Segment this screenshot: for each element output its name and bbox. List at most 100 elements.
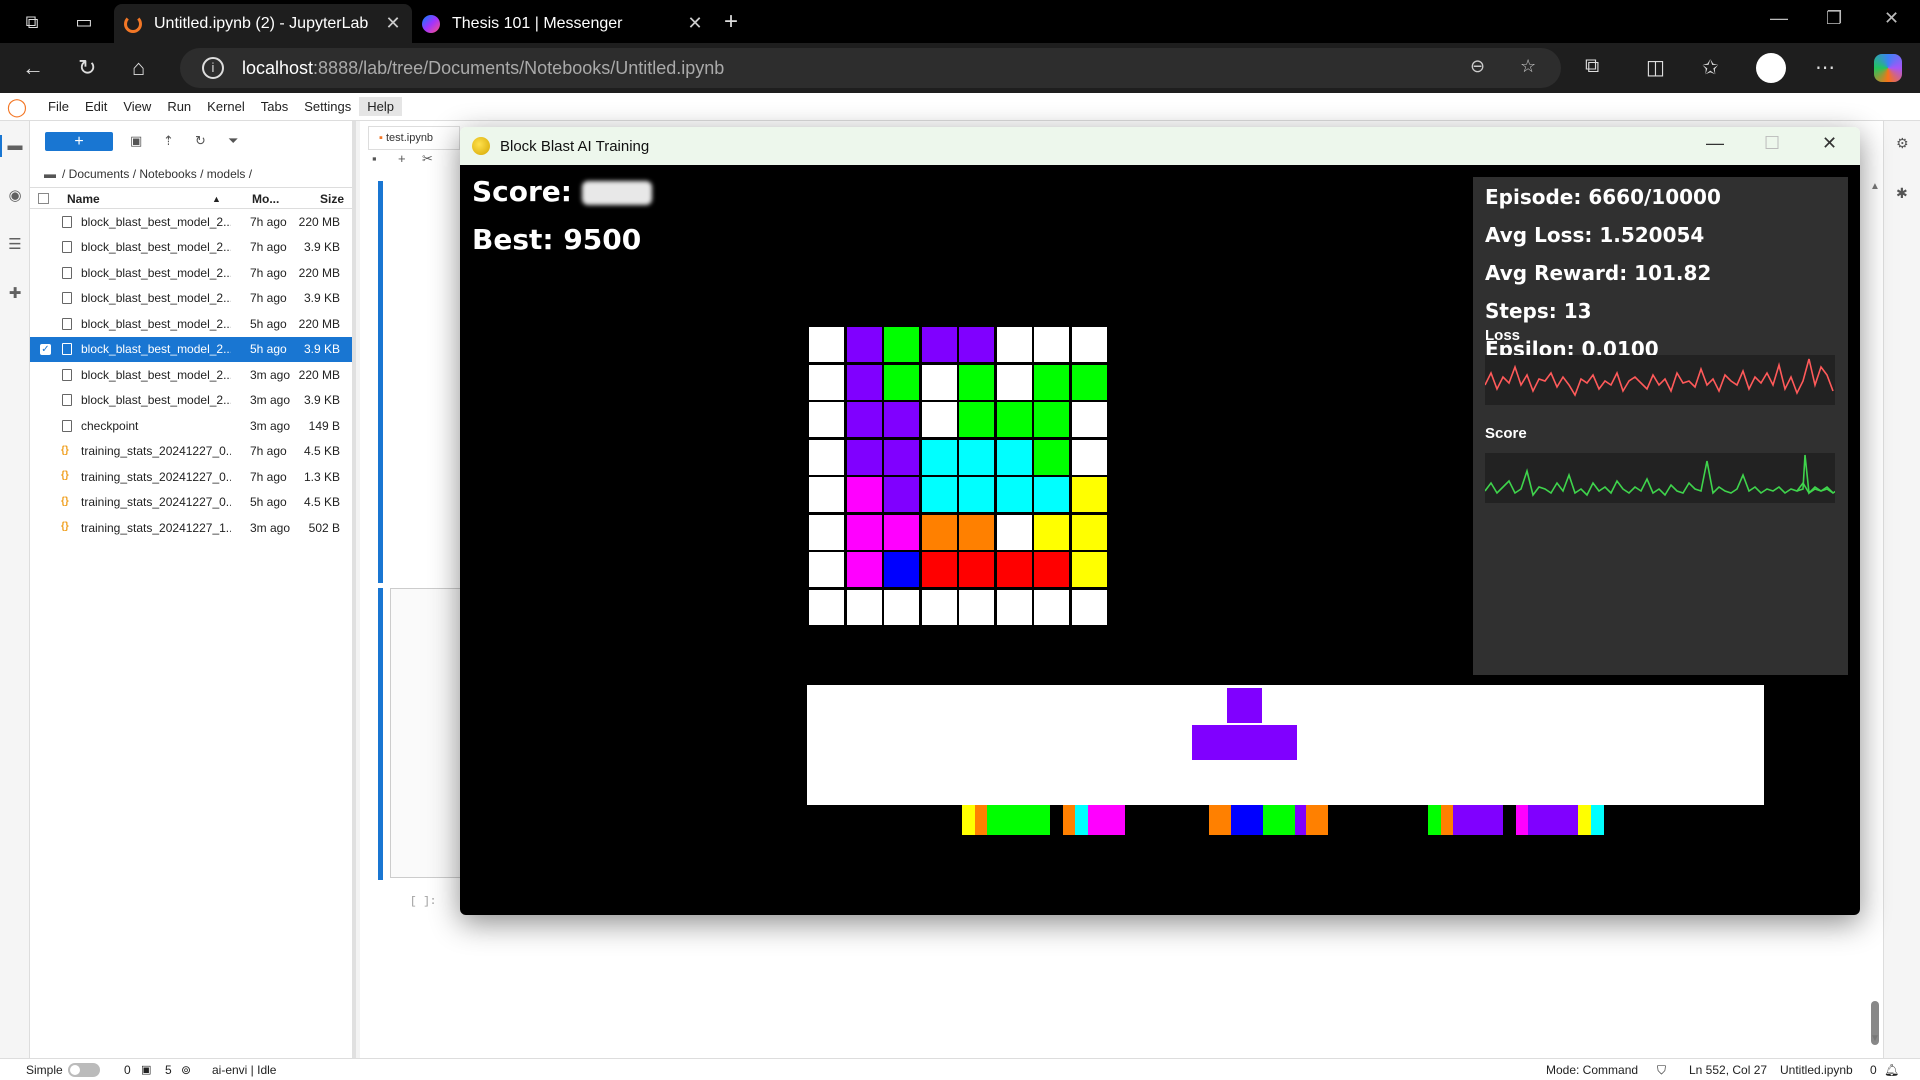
add-cell-icon[interactable]: + bbox=[398, 151, 406, 166]
menu-kernel[interactable]: Kernel bbox=[199, 97, 253, 116]
browser-tab-messenger[interactable]: Thesis 101 | Messenger ✕ bbox=[412, 4, 714, 43]
row-checkbox[interactable] bbox=[40, 446, 51, 457]
file-row[interactable]: block_blast_best_model_2... 7h ago 3.9 KB bbox=[30, 235, 352, 261]
file-row[interactable]: {} training_stats_20241227_1... 3m ago 502 … bbox=[30, 515, 352, 541]
file-row[interactable]: block_blast_best_model_2... 3m ago 3.9 KB bbox=[30, 388, 352, 414]
row-checkbox[interactable] bbox=[40, 318, 51, 329]
simple-mode-toggle[interactable] bbox=[68, 1063, 100, 1077]
row-checkbox[interactable] bbox=[40, 242, 51, 253]
close-window-icon[interactable]: ✕ bbox=[1884, 8, 1899, 29]
row-checkbox[interactable] bbox=[40, 216, 51, 227]
menu-file[interactable]: File bbox=[40, 97, 77, 116]
file-row[interactable]: block_blast_best_model_2... 5h ago 220 MB bbox=[30, 311, 352, 337]
score-sparkline bbox=[1484, 454, 1846, 497]
site-info-icon[interactable]: i bbox=[202, 57, 224, 79]
debugger-icon[interactable]: ✱ bbox=[1896, 185, 1908, 202]
back-icon[interactable]: ← bbox=[22, 55, 44, 81]
file-row[interactable]: ✓ block_blast_best_model_2... 5h ago 3.9 KB bbox=[30, 336, 352, 362]
select-all-checkbox[interactable] bbox=[38, 193, 49, 204]
close-window-icon[interactable]: ✕ bbox=[1822, 133, 1837, 154]
cut-icon[interactable]: ✂ bbox=[422, 151, 433, 167]
profile-avatar[interactable] bbox=[1756, 53, 1786, 83]
notification-count[interactable]: 0 bbox=[1870, 1063, 1877, 1077]
row-checkbox[interactable] bbox=[40, 497, 51, 508]
board-cell bbox=[959, 439, 994, 475]
row-checkbox[interactable] bbox=[40, 522, 51, 533]
property-inspector-icon[interactable]: ⚙ bbox=[1896, 135, 1909, 152]
reload-icon[interactable]: ↻ bbox=[78, 55, 96, 81]
new-folder-icon[interactable]: ▣ bbox=[130, 133, 142, 149]
cursor-position[interactable]: Ln 552, Col 27 bbox=[1689, 1063, 1767, 1077]
column-name[interactable]: Name bbox=[67, 192, 100, 206]
file-row[interactable]: checkpoint 3m ago 149 B bbox=[30, 413, 352, 439]
file-row[interactable]: {} training_stats_20241227_0... 7h ago 4.5 … bbox=[30, 439, 352, 465]
sort-ascending-icon[interactable]: ▲ bbox=[212, 194, 221, 204]
file-row[interactable]: {} training_stats_20241227_0... 7h ago 1.3 … bbox=[30, 464, 352, 490]
tab-actions-icon[interactable]: ▭ bbox=[72, 10, 96, 34]
menu-view[interactable]: View bbox=[115, 97, 159, 116]
menu-help[interactable]: Help bbox=[359, 97, 402, 116]
home-icon[interactable]: ⌂ bbox=[132, 55, 145, 81]
file-name: training_stats_20241227_1... bbox=[81, 520, 231, 535]
row-checkbox[interactable] bbox=[40, 395, 51, 406]
menu-tabs[interactable]: Tabs bbox=[253, 97, 296, 116]
file-row[interactable]: block_blast_best_model_2... 7h ago 220 MB bbox=[30, 209, 352, 235]
kernel-count[interactable]: 5 bbox=[165, 1063, 172, 1077]
refresh-icon[interactable]: ↻ bbox=[195, 133, 206, 149]
extensions-icon[interactable]: ⧉ bbox=[1585, 55, 1599, 78]
terminal-count[interactable]: 0 bbox=[124, 1063, 131, 1077]
address-bar[interactable]: i localhost:8888/lab/tree/Documents/Note… bbox=[180, 48, 1561, 88]
filter-icon[interactable]: ⏷ bbox=[228, 133, 238, 149]
menu-run[interactable]: Run bbox=[159, 97, 199, 116]
browser-tab-jupyter[interactable]: Untitled.ipynb (2) - JupyterLab ✕ bbox=[114, 4, 412, 43]
history-strip-segment bbox=[962, 805, 976, 835]
menu-edit[interactable]: Edit bbox=[77, 97, 115, 116]
close-tab-icon[interactable]: ✕ bbox=[384, 13, 402, 34]
split-screen-icon[interactable]: ◫ bbox=[1646, 55, 1665, 80]
board-cell bbox=[1034, 552, 1069, 587]
menu-settings[interactable]: Settings bbox=[296, 97, 359, 116]
folder-icon[interactable]: ▬ bbox=[6, 137, 24, 155]
close-tab-icon[interactable]: ✕ bbox=[686, 13, 704, 34]
breadcrumb-path[interactable]: / Documents / Notebooks / models / bbox=[62, 167, 252, 181]
game-window-titlebar[interactable]: Block Blast AI Training — ☐ ✕ bbox=[460, 127, 1860, 165]
favorite-star-icon[interactable]: ☆ bbox=[1520, 56, 1536, 77]
restore-icon[interactable]: ❐ bbox=[1826, 8, 1842, 29]
row-checkbox[interactable] bbox=[40, 293, 51, 304]
file-row[interactable]: block_blast_best_model_2... 7h ago 220 MB bbox=[30, 260, 352, 286]
board-cell bbox=[846, 364, 882, 400]
upload-icon[interactable]: ⇡ bbox=[163, 133, 174, 149]
new-tab-icon[interactable]: + bbox=[724, 8, 738, 36]
python-icon bbox=[472, 137, 490, 155]
minimize-icon[interactable]: — bbox=[1706, 133, 1724, 154]
zoom-icon[interactable]: ⊖ bbox=[1470, 56, 1485, 77]
save-icon[interactable]: ▪ bbox=[372, 151, 377, 166]
notification-bell-icon[interactable]: 🔔︎ bbox=[1884, 1063, 1899, 1077]
kernel-status[interactable]: ai-envi | Idle bbox=[212, 1063, 276, 1077]
minimize-icon[interactable]: — bbox=[1770, 8, 1788, 29]
board-cell bbox=[884, 327, 919, 362]
file-row[interactable]: block_blast_best_model_2... 3m ago 220 MB bbox=[30, 362, 352, 388]
more-options-icon[interactable]: ⋯ bbox=[1815, 55, 1835, 80]
new-launcher-button[interactable]: + bbox=[45, 132, 113, 151]
file-row[interactable]: {} training_stats_20241227_0... 5h ago 4.5 … bbox=[30, 490, 352, 516]
terminal-icon[interactable]: ▣ bbox=[141, 1063, 151, 1076]
extensions-puzzle-icon[interactable]: ✚ bbox=[6, 285, 24, 303]
row-checkbox[interactable] bbox=[40, 369, 51, 380]
favorites-icon[interactable]: ✩ bbox=[1702, 55, 1719, 80]
workspaces-icon[interactable]: ⧉ bbox=[20, 10, 44, 34]
row-checkbox[interactable] bbox=[40, 267, 51, 278]
table-of-contents-icon[interactable]: ☰ bbox=[6, 236, 24, 254]
row-checkbox[interactable]: ✓ bbox=[40, 343, 51, 355]
column-modified[interactable]: Mo... bbox=[252, 192, 279, 206]
copilot-icon[interactable] bbox=[1874, 54, 1902, 82]
score-display: Score: bbox=[472, 175, 652, 208]
running-kernels-icon[interactable]: ◉ bbox=[6, 187, 24, 205]
row-checkbox[interactable] bbox=[40, 471, 51, 482]
column-size[interactable]: Size bbox=[320, 192, 344, 206]
folder-icon[interactable]: ▬ bbox=[44, 167, 56, 181]
row-checkbox[interactable] bbox=[40, 420, 51, 431]
doc-tab-test[interactable]: ▪ test.ipynb bbox=[368, 126, 460, 150]
file-row[interactable]: block_blast_best_model_2... 7h ago 3.9 KB bbox=[30, 286, 352, 312]
notebook-scrollbar[interactable]: ▲ ▼ bbox=[1868, 181, 1882, 1051]
